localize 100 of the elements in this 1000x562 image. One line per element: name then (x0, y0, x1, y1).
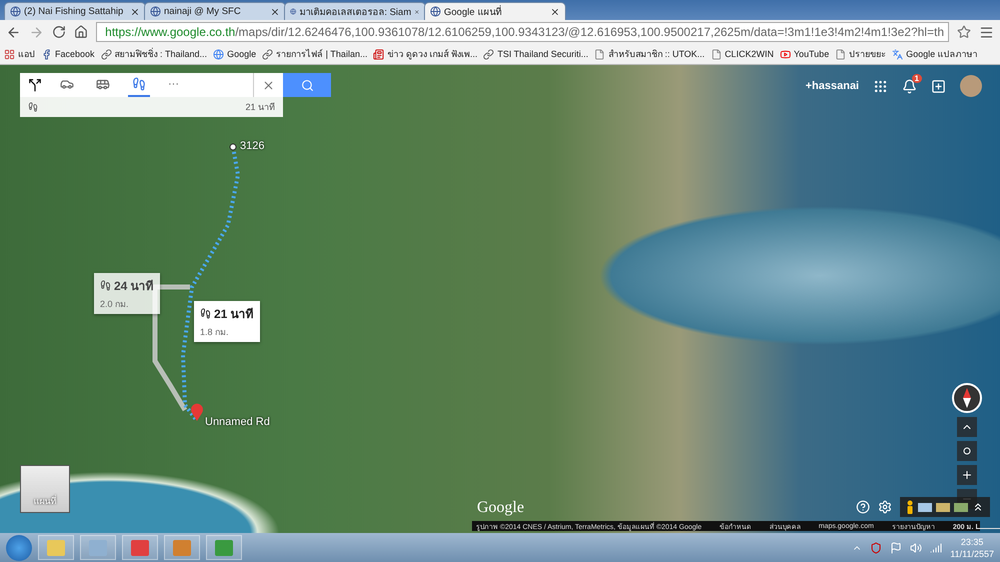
start-marker (230, 144, 236, 150)
page-icon (594, 48, 606, 60)
bookmark-link[interactable]: สยามฟิชชิ่ง : Thailand... (100, 47, 208, 61)
close-button[interactable] (253, 73, 283, 97)
favicon-icon (10, 6, 21, 17)
start-label: 3126 (240, 140, 264, 152)
bookmark-link[interactable]: ข่าว ดูดวง เกมส์ ฟังเพ... (373, 47, 478, 61)
account-name[interactable]: +hassanai (805, 80, 859, 92)
tab-title: nainaji @ My SFC (164, 6, 242, 17)
directions-icon[interactable] (28, 78, 42, 92)
browser-tab[interactable]: (2) Nai Fishing Sattahip (4, 2, 146, 20)
bookmark-link[interactable]: รายการไฟล์ | Thailan... (262, 47, 368, 61)
route-summary[interactable]: 21 นาที (20, 97, 283, 117)
share-icon[interactable] (931, 78, 946, 94)
bookmark-link[interactable]: ปรายขยะ (835, 47, 886, 61)
url-text: https://www.google.co.th/maps/dir/12.6246476,100.9361078/12.6106259,100.9343123/@12.616953,100.9500217,2625m/data=!3m1!1e3!4m2!4m1!3e2?hl=th (105, 25, 944, 39)
bus-icon (96, 77, 110, 91)
page-icon (710, 48, 722, 60)
bookmark-link[interactable]: TSI Thailand Securiti... (483, 48, 588, 60)
link-icon (100, 48, 112, 60)
location-button[interactable] (957, 441, 977, 461)
route-time-label[interactable]: 24 นาที 2.0 กม. (94, 273, 160, 314)
reload-icon[interactable] (52, 25, 66, 39)
newspaper-icon (373, 48, 384, 60)
notifications-icon[interactable] (902, 78, 917, 94)
apps-icon (4, 48, 15, 60)
menu-icon[interactable] (979, 24, 994, 40)
signal-icon[interactable] (930, 542, 942, 554)
shield-icon[interactable] (870, 542, 882, 554)
link-icon (262, 48, 274, 60)
search-icon (300, 78, 314, 92)
travel-mode-tab[interactable]: ··· (164, 73, 183, 97)
layer-thumbnail[interactable] (918, 502, 932, 512)
browser-tab[interactable]: มาเติมคอเลสเตอรอล: Siam (284, 2, 426, 20)
satellite-map[interactable] (0, 65, 1000, 533)
walking-icon (100, 280, 111, 291)
globe-icon (213, 48, 224, 60)
close-icon[interactable] (550, 6, 560, 16)
start-button[interactable] (6, 534, 32, 560)
bookmark-link[interactable]: Google (213, 48, 256, 60)
tab-title: มาเติมคอเลสเตอรอล: Siam (299, 6, 412, 19)
route-distance: 1.8 กม. (200, 326, 230, 339)
page-icon (835, 48, 846, 60)
destination-pin (191, 404, 203, 421)
taskbar-app[interactable] (122, 535, 158, 560)
close-icon[interactable] (130, 6, 140, 16)
apps-grid-icon[interactable] (873, 78, 888, 94)
map-view-thumbnail[interactable]: แผนที่ (20, 465, 70, 513)
route-time-label[interactable]: 21 นาที 1.8 กม. (194, 301, 260, 342)
destination-label: Unnamed Rd (205, 416, 270, 428)
layer-thumbnail[interactable] (954, 502, 968, 512)
route-time: 21 นาที (214, 306, 254, 323)
address-bar[interactable]: https://www.google.co.th/maps/dir/12.6246476,100.9361078/12.6106259,100.9343123/@12.616953,100.9500217,2625m/data=!3m1!1e3!4m2!4m1!3e2?hl=th (96, 22, 949, 42)
bookmark-link[interactable]: สำหรับสมาชิก :: UTOK... (594, 47, 705, 61)
date-text: 11/11/2557 (950, 548, 994, 560)
tab-title: (2) Nai Fishing Sattahip (24, 6, 124, 17)
tilt-button[interactable] (957, 417, 977, 437)
browser-tab[interactable]: Google แผนที่ (424, 2, 566, 20)
close-icon[interactable] (270, 6, 280, 16)
walking-icon (28, 102, 38, 112)
avatar[interactable] (960, 75, 982, 97)
expand-icon[interactable] (972, 501, 984, 513)
plus-icon (961, 469, 973, 481)
layer-thumbnail[interactable] (936, 502, 950, 512)
walking-icon (200, 308, 211, 319)
map-logo: Google (477, 499, 524, 517)
pegman-icon[interactable] (906, 500, 914, 514)
route-time: 24 นาที (114, 278, 154, 295)
translate-icon (892, 48, 904, 60)
target-icon (962, 446, 972, 456)
search-button[interactable] (283, 73, 331, 97)
favicon-icon (150, 6, 161, 17)
notification-count: 1 (912, 74, 922, 82)
help-icon[interactable] (856, 500, 870, 514)
summary-time: 21 นาที (245, 101, 275, 114)
close-icon (262, 78, 275, 92)
bookmark-link[interactable]: YouTube (780, 48, 830, 60)
home-icon[interactable] (74, 25, 88, 39)
compass-button[interactable] (952, 383, 982, 413)
bookmark-link[interactable]: แอป (4, 47, 35, 61)
back-icon[interactable] (6, 24, 21, 40)
route-distance: 2.0 กม. (100, 298, 130, 311)
link-icon (483, 48, 494, 60)
browser-tab[interactable]: nainaji @ My SFC (144, 2, 286, 20)
volume-icon[interactable] (910, 542, 922, 554)
compass-icon (961, 388, 973, 408)
bookmark-link[interactable]: CLICK2WIN (710, 48, 774, 60)
bookmark-star-icon[interactable] (957, 25, 971, 39)
flag-icon[interactable] (890, 542, 902, 554)
settings-icon[interactable] (878, 500, 892, 514)
time-text: 23:35 (960, 536, 984, 548)
favicon-icon (290, 6, 296, 17)
play-icon (780, 48, 791, 60)
facebook-icon (41, 48, 52, 60)
walking-icon (132, 77, 146, 91)
bookmark-link[interactable]: Google แปลภาษา (892, 47, 978, 61)
tab-title: Google แผนที่ (444, 4, 502, 19)
bookmark-link[interactable]: Facebook (41, 48, 95, 60)
favicon-icon (430, 6, 441, 17)
zoom-in-button[interactable] (957, 465, 977, 485)
